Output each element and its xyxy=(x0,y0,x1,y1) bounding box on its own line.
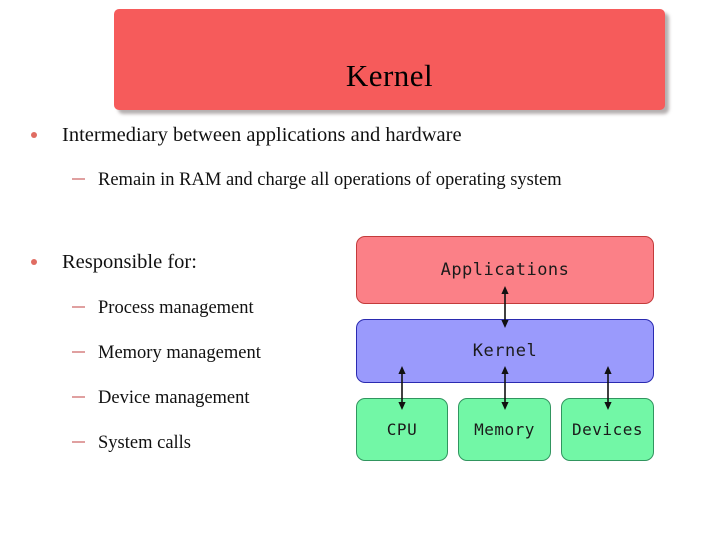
sub-bullet-item-device-management: Device management xyxy=(72,383,250,413)
diagram-box-label: Kernel xyxy=(472,341,538,361)
double-arrow-applications-kernel-icon xyxy=(501,286,509,328)
bullet-label: Responsible for: xyxy=(62,251,197,273)
dash-marker-icon xyxy=(72,178,85,180)
bullet-dot-icon xyxy=(31,259,37,265)
bullet-item-responsible-for: Responsible for: xyxy=(31,250,197,275)
sub-bullet-item-remain-in-ram: Remain in RAM and charge all operations … xyxy=(72,165,684,195)
sub-bullet-item-system-calls: System calls xyxy=(72,428,191,458)
sub-bullet-label: Remain in RAM and charge all operations … xyxy=(98,170,562,190)
sub-bullet-label: System calls xyxy=(98,433,192,453)
slide-canvas: Kernel Intermediary between applications… xyxy=(0,0,720,540)
double-arrow-kernel-cpu-icon xyxy=(398,366,406,410)
sub-bullet-label: Device management xyxy=(98,388,250,408)
bullet-item-intermediary: Intermediary between applications and ha… xyxy=(31,123,462,148)
sub-bullet-label: Memory management xyxy=(98,343,261,363)
dash-marker-icon xyxy=(72,441,85,443)
dash-marker-icon xyxy=(72,306,85,308)
kernel-architecture-diagram: Applications Kernel CPU Memory Devices xyxy=(348,230,668,470)
title-banner: Kernel xyxy=(114,9,665,110)
diagram-box-label: Memory xyxy=(474,420,535,439)
bullet-dot-icon xyxy=(31,132,37,138)
double-arrow-kernel-devices-icon xyxy=(604,366,612,410)
double-arrow-kernel-memory-icon xyxy=(501,366,509,410)
sub-bullet-item-memory-management: Memory management xyxy=(72,338,261,368)
diagram-box-label: CPU xyxy=(386,420,418,439)
diagram-box-label: Devices xyxy=(572,420,643,439)
dash-marker-icon xyxy=(72,351,85,353)
dash-marker-icon xyxy=(72,396,85,398)
bullet-label: Intermediary between applications and ha… xyxy=(62,124,462,146)
sub-bullet-label: Process management xyxy=(98,298,254,318)
sub-bullet-item-process-management: Process management xyxy=(72,293,254,323)
diagram-box-label: Applications xyxy=(440,260,570,280)
page-title: Kernel xyxy=(345,58,434,93)
